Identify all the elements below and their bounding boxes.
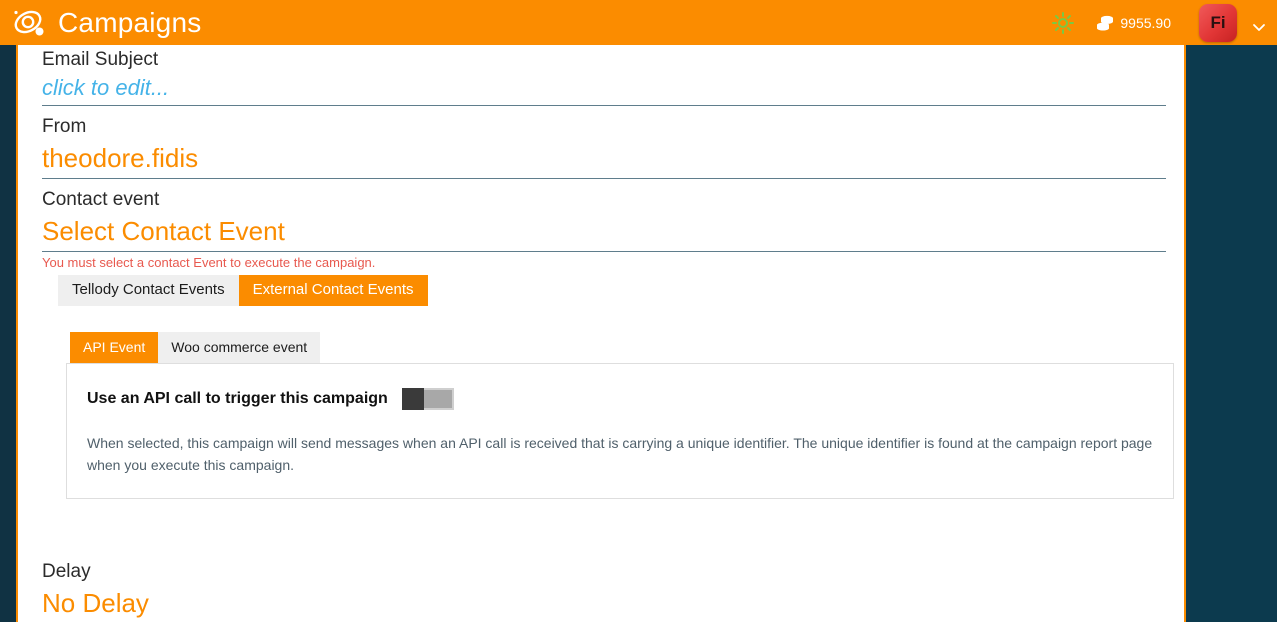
left-sidebar-rail[interactable] — [0, 45, 16, 622]
delay-value[interactable]: No Delay — [30, 585, 1176, 622]
field-from: From theodore.fidis — [30, 106, 1176, 179]
credits-value: 9955.90 — [1120, 14, 1171, 31]
external-event-type-tabs: API Event Woo commerce event — [30, 306, 1176, 363]
sun-icon[interactable] — [1052, 11, 1096, 34]
api-event-panel: Use an API call to trigger this campaign… — [66, 363, 1174, 499]
from-label: From — [42, 116, 87, 137]
field-delay: Delay No Delay — [30, 557, 1176, 622]
content-right-accent-divider — [1184, 45, 1186, 622]
api-toggle-row: Use an API call to trigger this campaign — [87, 388, 1153, 410]
contact-event-source-tabs: Tellody Contact Events External Contact … — [30, 272, 1176, 306]
toggle-knob — [401, 388, 424, 410]
email-subject-label: Email Subject — [42, 49, 159, 70]
contact-event-selector[interactable]: Select Contact Event — [30, 213, 1176, 251]
avatar[interactable]: Fi — [1199, 3, 1237, 42]
chevron-down-icon[interactable] — [1237, 13, 1267, 33]
page-title: Campaigns — [58, 6, 202, 38]
header-actions: 9955.90 Fi — [1052, 0, 1277, 45]
contact-event-error: You must select a contact Event to execu… — [42, 255, 376, 270]
tab-external-contact-events[interactable]: External Contact Events — [238, 275, 428, 306]
tab-api-event[interactable]: API Event — [70, 332, 159, 363]
campaign-form-content: Email Subject click to edit... From theo… — [18, 45, 1184, 622]
email-subject-input[interactable]: click to edit... — [30, 73, 1176, 105]
atom-orbit-logo-icon[interactable] — [8, 6, 52, 40]
left-rail-accent-divider — [16, 45, 18, 622]
delay-label: Delay — [42, 561, 91, 582]
coins-icon — [1096, 15, 1120, 31]
api-call-toggle[interactable] — [401, 388, 454, 410]
api-panel-title: Use an API call to trigger this campaign — [87, 390, 388, 407]
field-email-subject: Email Subject click to edit... — [30, 45, 1176, 106]
tab-tellody-contact-events[interactable]: Tellody Contact Events — [58, 275, 239, 306]
tab-woo-commerce-event[interactable]: Woo commerce event — [158, 332, 321, 363]
credits-indicator[interactable]: 9955.90 — [1096, 15, 1171, 31]
from-value[interactable]: theodore.fidis — [30, 140, 1176, 178]
contact-event-label: Contact event — [42, 189, 160, 210]
api-panel-description: When selected, this campaign will send m… — [87, 435, 1153, 473]
field-contact-event: Contact event Select Contact Event You m… — [30, 179, 1176, 272]
app-root: Campaigns 9955.90 Fi Email Subject click… — [0, 0, 1277, 622]
top-header-bar: Campaigns 9955.90 Fi — [0, 0, 1277, 45]
